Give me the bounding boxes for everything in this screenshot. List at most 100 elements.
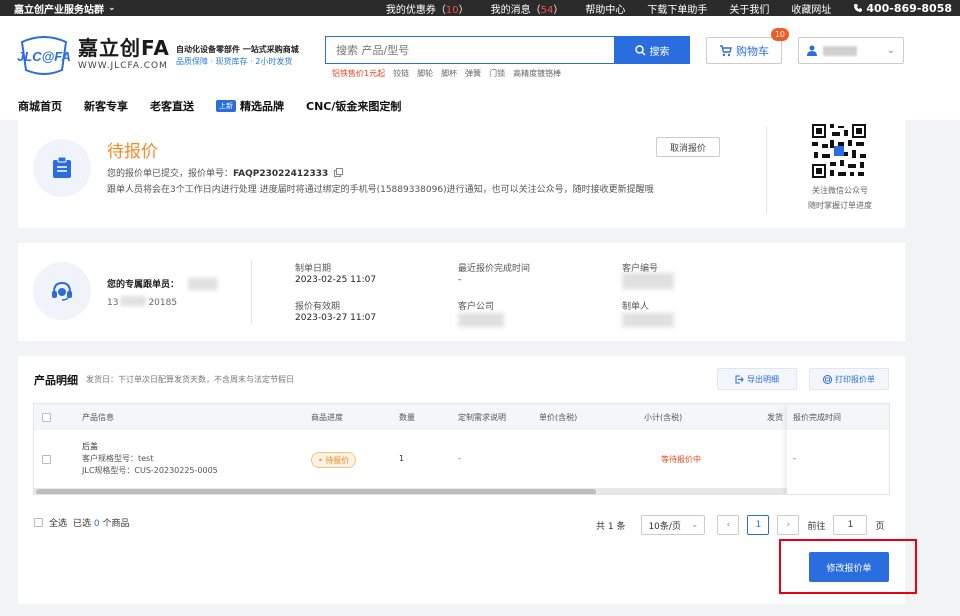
highlight-frame [779, 539, 917, 594]
printer-icon [823, 374, 832, 384]
divider [766, 126, 767, 214]
page-unit-label: 页 [875, 521, 885, 532]
product-detail-title: 产品明细 [34, 374, 78, 387]
top-bar: 嘉立创产业服务站群 ⌄ 我的优惠券（10） 我的消息（54） 帮助中心 下载下单… [0, 0, 960, 16]
quote-status-panel: 待报价 您的报价单已提交，报价单号：FAQP23022412333 跟单人员将会… [18, 120, 905, 228]
nav-home[interactable]: 商城首页 [18, 98, 62, 114]
search-icon [634, 44, 646, 56]
download-assistant-link[interactable]: 下载下单助手 [647, 1, 707, 16]
status-badge: • 待报价 [311, 452, 357, 468]
goto-page-input[interactable]: 1 [833, 515, 868, 535]
hot-keyword[interactable]: 高精度镀铬棒 [513, 68, 561, 79]
coupon-link[interactable]: 我的优惠券（10） [386, 1, 469, 16]
hot-keyword[interactable]: 铰链 [393, 68, 409, 79]
last-quote-time: - [458, 275, 462, 285]
product-table: 产品信息 商品进度 数量 定制需求说明 单价(含税) 小计(含税) 发货 后盖 … [33, 403, 890, 495]
last-quote-time-label: 最近报价完成时间 [458, 264, 531, 274]
brand-url: WWW.JLCFA.COM [78, 61, 168, 71]
favorite-link[interactable]: 收藏网址 [791, 1, 831, 16]
username-blurred [823, 45, 857, 56]
page-number[interactable]: 1 [747, 515, 770, 535]
search-bar: 搜索 [325, 36, 690, 64]
headset-icon [52, 281, 72, 301]
row-checkbox[interactable] [42, 455, 51, 464]
cart-button[interactable]: 购物车 10 [706, 28, 789, 64]
product-name[interactable]: 后盖 [82, 441, 98, 452]
column-header: 单价(含税) [539, 413, 578, 422]
export-icon [735, 375, 744, 383]
product-detail-subtitle: 发货日：下订单次日配算发货天数，不含周末与法定节假日 [86, 375, 294, 384]
status-icon-circle [33, 139, 91, 197]
hot-keyword[interactable]: 门锁 [489, 68, 505, 79]
nav-old-customer[interactable]: 老客直送 [150, 98, 194, 114]
qr-caption-2: 随时掌握订单进度 [808, 201, 872, 210]
nav-cnc-custom[interactable]: CNC/钣金来图定制 [306, 98, 401, 114]
cancel-quote-button[interactable]: 取消报价 [656, 137, 720, 157]
brand: 嘉立创FA WWW.JLCFA.COM [78, 36, 170, 72]
goto-label: 前往 [807, 521, 826, 532]
quantity: 1 [399, 454, 405, 463]
column-header: 产品信息 [82, 413, 114, 422]
nav-brands[interactable]: 上新 精选品牌 [216, 98, 284, 114]
hot-keyword[interactable]: 脚杯 [441, 68, 457, 79]
maker-blurred [622, 313, 674, 327]
cart-icon [720, 44, 732, 56]
site-group-label: 嘉立创产业服务站群 [14, 4, 104, 16]
customer-no-blurred [622, 273, 674, 289]
phone-icon [854, 4, 863, 12]
pagination: 共 1 条 10条/页 ⌄ ‹ 1 › 前往 1 页 [596, 515, 884, 535]
clipboard-icon [53, 157, 71, 178]
slogan: 自动化设备零部件 一站式采购商城 品质保障 · 现货库存 · 2小时发货 [176, 44, 299, 68]
message-link[interactable]: 我的消息（54） [491, 1, 564, 16]
page-size-select[interactable]: 10条/页 ⌄ [641, 515, 706, 535]
order-date: 2023-02-25 11:07 [295, 275, 377, 285]
search-button[interactable]: 搜索 [614, 36, 690, 64]
export-detail-button[interactable]: 导出明细 [717, 368, 797, 390]
cart-count-badge: 10 [770, 28, 789, 41]
fixed-column: 报价完成时间 - [787, 404, 889, 494]
header-checkbox[interactable] [42, 413, 51, 422]
slogan-main: 自动化设备零部件 一站式采购商城 [176, 45, 299, 54]
chevron-down-icon: ⌄ [108, 3, 116, 13]
scrollbar-thumb[interactable] [36, 489, 596, 494]
print-quote-button[interactable]: 打印报价单 [809, 368, 889, 390]
hot-keyword[interactable]: 脚轮 [417, 68, 433, 79]
column-header: 发货 [767, 413, 783, 422]
hot-keywords: 铝铁售价1元起 铰链 脚轮 脚杯 弹簧 门锁 高精度镀铬棒 [332, 68, 561, 79]
top-links: 我的优惠券（10） 我的消息（54） 帮助中心 下载下单助手 关于我们 收藏网址… [386, 1, 952, 16]
subtotal-status: 等待报价中 [661, 455, 701, 464]
message-count: 54 [540, 4, 554, 16]
qr-caption-1: 关注微信公众号 [812, 186, 868, 195]
manager-phone: 13 20185 [107, 296, 178, 308]
nav-new-customer[interactable]: 新客专享 [84, 98, 128, 114]
help-center-link[interactable]: 帮助中心 [585, 1, 625, 16]
column-header: 数量 [399, 413, 415, 422]
select-all-checkbox[interactable] [34, 518, 43, 527]
hotline: 400-869-8058 [853, 2, 952, 15]
jlcfa-logo-icon[interactable]: JLC@FA [16, 36, 72, 76]
order-date-label: 制单日期 [295, 264, 332, 274]
next-page-button[interactable]: › [777, 515, 800, 535]
about-link[interactable]: 关于我们 [729, 1, 769, 16]
site-group-menu[interactable]: 嘉立创产业服务站群 ⌄ [14, 1, 116, 16]
select-all-label[interactable]: 全选 [49, 516, 67, 529]
user-menu[interactable]: ⌄ [798, 37, 904, 64]
hot-keyword[interactable]: 弹簧 [465, 68, 481, 79]
customer-company-label: 客户公司 [458, 302, 495, 312]
copy-icon[interactable] [334, 168, 344, 177]
customer-model: 客户规格型号：test [82, 454, 154, 463]
main-nav: 商城首页 新客专享 老客直送 上新 精选品牌 CNC/钣金来图定制 [0, 92, 960, 120]
valid-until-label: 报价有效期 [295, 302, 341, 312]
maker-label: 制单人 [622, 302, 650, 312]
quote-number: FAQP23022412333 [233, 169, 329, 179]
coupon-count: 10 [445, 4, 459, 16]
search-input[interactable] [325, 36, 614, 64]
svg-text:JLC@FA: JLC@FA [17, 49, 71, 64]
hot-keyword[interactable]: 铝铁售价1元起 [332, 68, 385, 79]
wechat-qr-code [810, 122, 868, 180]
manager-name-blurred [188, 278, 218, 290]
hotline-number: 400-869-8058 [866, 1, 952, 15]
horizontal-scrollbar[interactable] [34, 488, 787, 494]
prev-page-button[interactable]: ‹ [717, 515, 740, 535]
user-icon [807, 45, 817, 56]
